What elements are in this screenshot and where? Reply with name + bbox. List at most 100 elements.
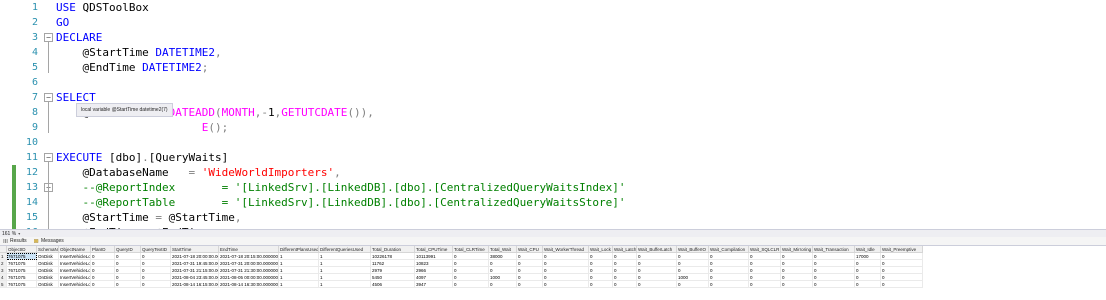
grid-cell[interactable]: 0	[543, 267, 589, 274]
grid-cell[interactable]: 10226178	[371, 253, 415, 260]
grid-cell[interactable]: 1000	[489, 274, 517, 281]
column-header[interactable]: Wait_Latch	[613, 246, 637, 253]
grid-cell[interactable]: 0	[709, 253, 749, 260]
grid-cell[interactable]: 10823	[415, 260, 453, 267]
grid-cell[interactable]: 0	[677, 253, 709, 260]
column-header[interactable]: Wait_Compilation	[709, 246, 749, 253]
code-line[interactable]: 5 @EndTime DATETIME2;	[0, 60, 1106, 75]
grid-cell[interactable]: 0	[613, 274, 637, 281]
column-header[interactable]: Wait_SQLCLR	[749, 246, 781, 253]
column-header[interactable]: Total_Duration	[371, 246, 415, 253]
code-line[interactable]: 1 USE QDSToolBox	[0, 0, 1106, 15]
grid-cell[interactable]: 0	[677, 267, 709, 274]
grid-cell[interactable]: 0	[855, 281, 881, 288]
grid-cell[interactable]: 0	[781, 260, 813, 267]
code-line[interactable]: 13− --@ReportIndex = '[LinkedSrv].[Linke…	[0, 180, 1106, 195]
grid-cell[interactable]: 0	[613, 267, 637, 274]
grid-cell[interactable]: 1	[319, 267, 371, 274]
grid-cell[interactable]: 0	[749, 253, 781, 260]
grid-cell[interactable]: InsertVehicleLocation	[59, 281, 91, 288]
grid-cell[interactable]: 0	[781, 253, 813, 260]
grid-cell[interactable]: 11762	[371, 260, 415, 267]
grid-cell[interactable]: OnDisk	[37, 253, 59, 260]
select-all-corner[interactable]	[0, 246, 7, 253]
grid-cell[interactable]: 2021-08-14 16:30:00.0000000	[219, 281, 279, 288]
grid-cell[interactable]: 0	[589, 267, 613, 274]
code-line[interactable]: 14 --@ReportTable = '[LinkedSrv].[Linked…	[0, 195, 1106, 210]
grid-cell[interactable]: 2021-08-14 16:15:00.0000000	[171, 281, 219, 288]
grid-cell[interactable]: 0	[115, 274, 141, 281]
column-header[interactable]: Wait_Lock	[589, 246, 613, 253]
column-header[interactable]: StartTime	[171, 246, 219, 253]
grid-cell[interactable]: 0	[813, 281, 855, 288]
grid-cell[interactable]: 0	[613, 253, 637, 260]
grid-cell[interactable]: 0	[141, 260, 171, 267]
code-line[interactable]: 12 @DatabaseName = 'WideWorldImporters',	[0, 165, 1106, 180]
grid-cell[interactable]: 0	[91, 253, 115, 260]
grid-cell[interactable]: 4506	[371, 281, 415, 288]
code-line[interactable]: 3− DECLARE	[0, 30, 1106, 45]
grid-cell[interactable]: 0	[91, 267, 115, 274]
grid-cell[interactable]: 1	[319, 281, 371, 288]
grid-cell[interactable]: 5450	[371, 274, 415, 281]
grid-cell[interactable]: 0	[709, 267, 749, 274]
grid-cell[interactable]: 0	[91, 274, 115, 281]
grid-cell[interactable]: 0	[141, 267, 171, 274]
grid-cell[interactable]: InsertVehicleLocation	[59, 274, 91, 281]
grid-cell[interactable]: 1	[319, 253, 371, 260]
grid-cell[interactable]: 0	[709, 281, 749, 288]
grid-cell[interactable]: 0	[589, 274, 613, 281]
grid-cell[interactable]: 0	[677, 260, 709, 267]
column-header[interactable]: Wait_Preemptive	[881, 246, 923, 253]
grid-cell[interactable]: 2021-08-04 23:45:00.0000000	[171, 274, 219, 281]
code-line[interactable]: 10	[0, 135, 1106, 150]
grid-cell[interactable]: 2021-07-31 21:30:00.0000000	[219, 267, 279, 274]
grid-cell[interactable]: InsertVehicleLocation	[59, 260, 91, 267]
grid-cell[interactable]: 2021-07-18 20:00:00.0000000	[171, 253, 219, 260]
grid-cell[interactable]: 10113991	[415, 253, 453, 260]
column-header[interactable]: Total_CPUTime	[415, 246, 453, 253]
grid-cell[interactable]: 0	[781, 281, 813, 288]
column-header[interactable]: DifferentQueriesUsed	[319, 246, 371, 253]
grid-cell[interactable]: 0	[855, 274, 881, 281]
column-header[interactable]: Wait_WorkerThread	[543, 246, 589, 253]
grid-cell[interactable]: 0	[141, 281, 171, 288]
grid-cell[interactable]: 0	[453, 267, 489, 274]
grid-cell[interactable]: 0	[881, 281, 923, 288]
column-header[interactable]: PlanID	[91, 246, 115, 253]
grid-cell[interactable]: 2021-07-31 20:00:00.0000000	[219, 260, 279, 267]
grid-cell[interactable]: 1	[279, 260, 319, 267]
grid-cell[interactable]: 0	[637, 260, 677, 267]
grid-cell[interactable]: 0	[881, 260, 923, 267]
grid-cell[interactable]: 0	[489, 281, 517, 288]
grid-cell[interactable]: 1	[319, 260, 371, 267]
code-line[interactable]: 6	[0, 75, 1106, 90]
row-number[interactable]: 2	[0, 260, 7, 267]
grid-cell[interactable]: 1	[279, 281, 319, 288]
grid-cell[interactable]: 0	[813, 253, 855, 260]
grid-cell[interactable]: 0	[781, 274, 813, 281]
grid-cell[interactable]: 0	[115, 260, 141, 267]
grid-cell[interactable]: 0	[881, 253, 923, 260]
grid-cell[interactable]: 0	[543, 274, 589, 281]
grid-cell[interactable]: 0	[881, 274, 923, 281]
grid-cell[interactable]: 0	[881, 267, 923, 274]
grid-cell[interactable]: 4097	[415, 274, 453, 281]
grid-cell[interactable]: 38000	[489, 253, 517, 260]
grid-cell[interactable]: 0	[855, 267, 881, 274]
grid-cell[interactable]: OnDisk	[37, 281, 59, 288]
grid-cell[interactable]: 0	[543, 253, 589, 260]
grid-cell[interactable]: OnDisk	[37, 267, 59, 274]
grid-cell[interactable]: 0	[141, 253, 171, 260]
grid-cell[interactable]: 0	[613, 281, 637, 288]
grid-cell[interactable]: 0	[453, 274, 489, 281]
grid-cell[interactable]: 0	[91, 281, 115, 288]
grid-cell[interactable]: 0	[517, 267, 543, 274]
results-grid[interactable]: ObjectIDSchemaNameObjectNamePlanIDQueryI…	[0, 246, 1106, 300]
code-line[interactable]: 2 GO	[0, 15, 1106, 30]
grid-cell[interactable]: 0	[749, 281, 781, 288]
grid-cell[interactable]: 0	[613, 260, 637, 267]
zoom-dropdown[interactable]: 161 % ▾	[0, 230, 20, 237]
grid-cell[interactable]: 7671075	[7, 253, 37, 260]
grid-cell[interactable]: 0	[709, 274, 749, 281]
